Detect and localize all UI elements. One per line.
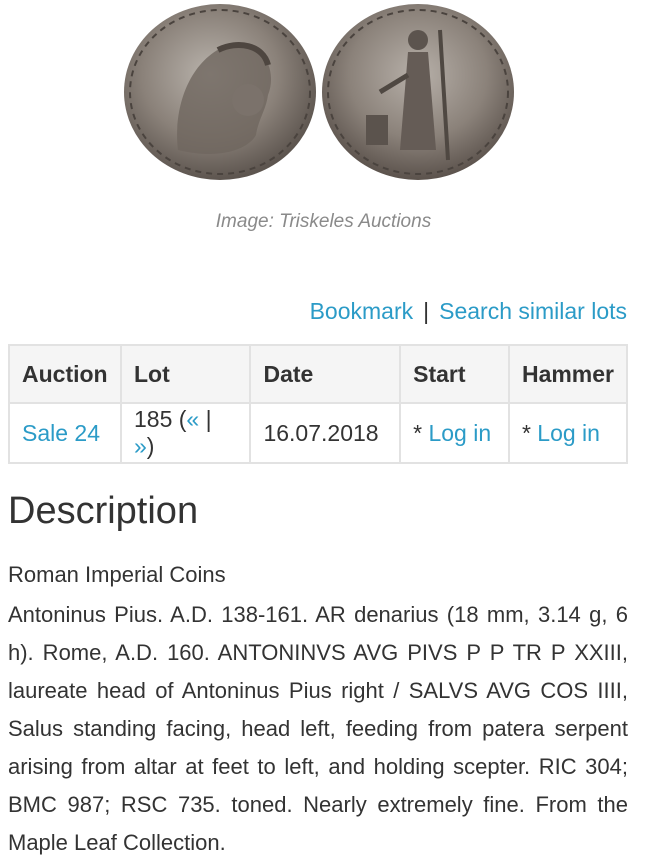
table-row: Sale 24 185 (« | ») 16.07.2018 * Log in …: [8, 402, 629, 464]
lot-number: 185 (: [133, 406, 187, 432]
header-date: Date: [249, 344, 402, 404]
cell-lot: 185 (« | »): [119, 402, 252, 464]
description-title: Description: [8, 490, 199, 532]
lot-table: Auction Lot Date Start Hammer Sale 24 18…: [8, 344, 629, 464]
description-text: Antoninus Pius. A.D. 138-161. AR denariu…: [8, 602, 628, 855]
description-category: Roman Imperial Coins: [8, 562, 226, 587]
coin-obverse: [124, 4, 316, 180]
start-login-link[interactable]: Log in: [428, 420, 491, 446]
auction-link[interactable]: Sale 24: [22, 420, 100, 446]
previous-lot-link[interactable]: «: [186, 406, 199, 432]
header-lot: Lot: [119, 344, 252, 404]
lot-actions: Bookmark | Search similar lots: [310, 298, 627, 325]
start-prefix: *: [413, 419, 429, 446]
hammer-prefix: *: [521, 419, 538, 446]
next-lot-link[interactable]: »: [134, 433, 147, 459]
table-header-row: Auction Lot Date Start Hammer: [8, 344, 629, 404]
lot-nav-separator: |: [199, 406, 212, 432]
header-start: Start: [399, 344, 510, 404]
coin-reverse: [322, 4, 514, 180]
bookmark-link[interactable]: Bookmark: [310, 298, 414, 324]
hammer-login-link[interactable]: Log in: [537, 420, 600, 446]
links-separator: |: [423, 298, 430, 324]
header-auction: Auction: [8, 344, 122, 404]
cell-start: * Log in: [399, 402, 510, 464]
coin-image: [118, 0, 518, 190]
image-caption: Image: Triskeles Auctions: [215, 211, 432, 232]
header-hammer: Hammer: [507, 344, 629, 404]
cell-date: 16.07.2018: [249, 402, 402, 464]
cell-auction: Sale 24: [8, 402, 122, 464]
search-similar-lots-link[interactable]: Search similar lots: [439, 298, 627, 324]
lot-close-paren: ): [146, 433, 155, 459]
cell-hammer: * Log in: [507, 402, 629, 464]
